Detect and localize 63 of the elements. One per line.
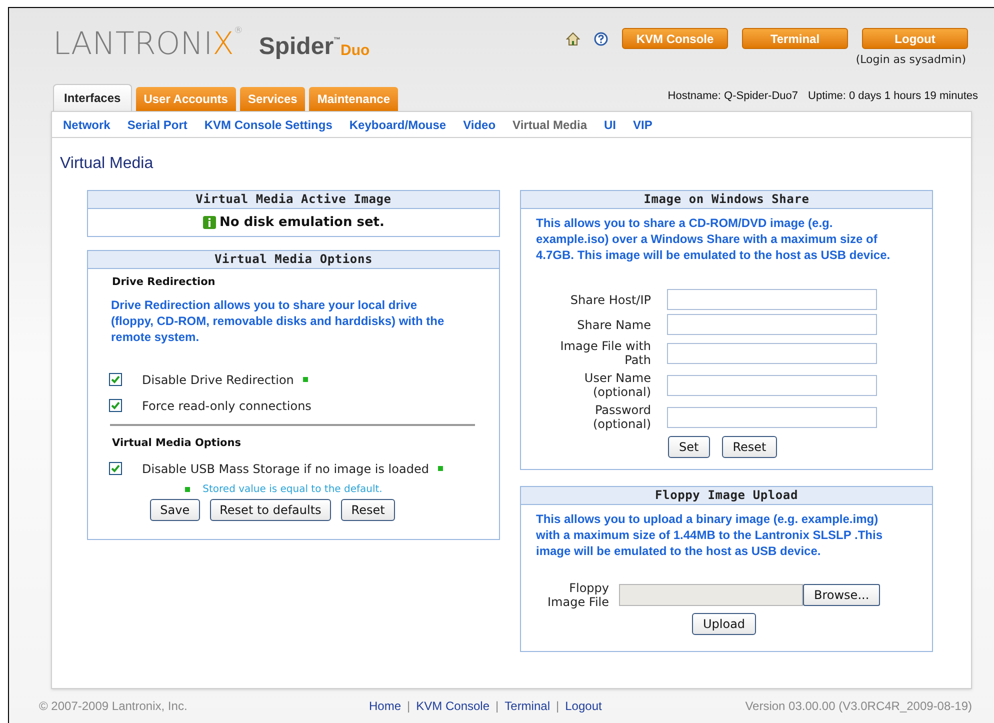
field-label: Password (optional) bbox=[592, 403, 651, 431]
input-field[interactable] bbox=[667, 314, 877, 335]
field-label: Floppy Image File bbox=[546, 581, 609, 609]
brand-logo: LANTRONIX® bbox=[53, 25, 243, 64]
nav-tab[interactable]: Interfaces bbox=[53, 84, 132, 111]
home-icon[interactable] bbox=[566, 32, 580, 46]
info-icon bbox=[202, 216, 216, 229]
input-field[interactable] bbox=[667, 289, 877, 310]
login-note: (Login as sysadmin) bbox=[856, 52, 966, 68]
input-field[interactable] bbox=[667, 406, 877, 428]
panel-title: Virtual Media Options bbox=[88, 251, 499, 269]
footer-link[interactable]: Home bbox=[369, 697, 402, 715]
field-label: Share Name bbox=[576, 318, 651, 332]
subnav-link[interactable]: UI bbox=[604, 116, 616, 134]
status-message: No disk emulation set. bbox=[220, 214, 384, 232]
uptime-text: Uptime: 0 days 1 hours 19 minutes bbox=[808, 88, 978, 104]
form-button[interactable]: Set bbox=[668, 436, 710, 458]
panel-title: Image on Windows Share bbox=[521, 191, 932, 209]
option-label: Disable Drive Redirection bbox=[142, 372, 294, 389]
link-separator: | bbox=[407, 698, 410, 715]
checkbox[interactable] bbox=[109, 373, 122, 386]
form-button[interactable]: Reset to defaults bbox=[210, 498, 332, 520]
help-icon[interactable] bbox=[594, 32, 608, 46]
subnav-link[interactable]: Keyboard/Mouse bbox=[349, 116, 446, 134]
subnav-link[interactable]: Video bbox=[463, 116, 496, 134]
field-label: Share Host/IP bbox=[569, 292, 651, 306]
footer-link[interactable]: Terminal bbox=[504, 697, 550, 715]
subnav-link[interactable]: KVM Console Settings bbox=[204, 116, 332, 134]
form-button[interactable]: Reset bbox=[341, 498, 395, 520]
subnav-link[interactable]: Virtual Media bbox=[512, 116, 588, 134]
version-text: Version 03.00.00 (V3.0RC4R_2009-08-19) bbox=[745, 698, 972, 715]
footer-link[interactable]: KVM Console bbox=[416, 697, 490, 715]
copyright-text: © 2007-2009 Lantronix, Inc. bbox=[39, 698, 188, 715]
checkbox[interactable] bbox=[109, 462, 122, 475]
panel-title: Virtual Media Active Image bbox=[88, 191, 499, 209]
file-field[interactable] bbox=[619, 584, 803, 606]
browse-button[interactable]: Browse... bbox=[803, 584, 880, 606]
option-label: Force read-only connections bbox=[142, 398, 312, 415]
description-text: This allows you to upload a binary image (e.g. example.img) with a maximum size of 1.44MB to the Lantronix SLSLP .This image will be emulated to the host as USB device. bbox=[535, 511, 884, 559]
link-separator: | bbox=[496, 698, 499, 715]
subnav-link[interactable]: VIP bbox=[633, 116, 652, 134]
field-label: Image File with Path bbox=[559, 339, 651, 367]
legend-text: Stored value is equal to the default. bbox=[202, 482, 382, 496]
section-heading: Drive Redirection bbox=[112, 275, 216, 290]
option-label: Disable USB Mass Storage if no image is loaded bbox=[142, 460, 429, 478]
subnav-link[interactable]: Serial Port bbox=[127, 116, 188, 134]
link-separator: | bbox=[556, 698, 560, 715]
form-button[interactable]: Save bbox=[150, 498, 200, 520]
checkbox[interactable] bbox=[109, 399, 122, 412]
footer-link[interactable]: Logout bbox=[565, 697, 602, 715]
upload-button[interactable]: Upload bbox=[692, 613, 756, 635]
panel-title: Floppy Image Upload bbox=[521, 487, 932, 505]
default-marker bbox=[184, 486, 190, 492]
description-text: This allows you to share a CD-ROM/DVD image (e.g. example.iso) over a Windows Share with a maximum size of 4.7GB. This image will be emulated to the host as USB device. bbox=[535, 215, 892, 263]
field-label: User Name (optional) bbox=[583, 371, 651, 399]
subnav-link[interactable]: Network bbox=[63, 116, 110, 134]
hostname-text: Hostname: Q-Spider-Duo7 bbox=[668, 88, 798, 104]
section-heading: Virtual Media Options bbox=[112, 436, 242, 451]
page-title: Virtual Media bbox=[60, 155, 154, 172]
input-field[interactable] bbox=[667, 342, 877, 364]
input-field[interactable] bbox=[667, 374, 877, 396]
form-button[interactable]: Reset bbox=[722, 436, 778, 458]
description-text: Drive Redirection allows you to share your local drive (floppy, CD-ROM, removable disks and harddisks) with the remote system. bbox=[111, 296, 446, 345]
